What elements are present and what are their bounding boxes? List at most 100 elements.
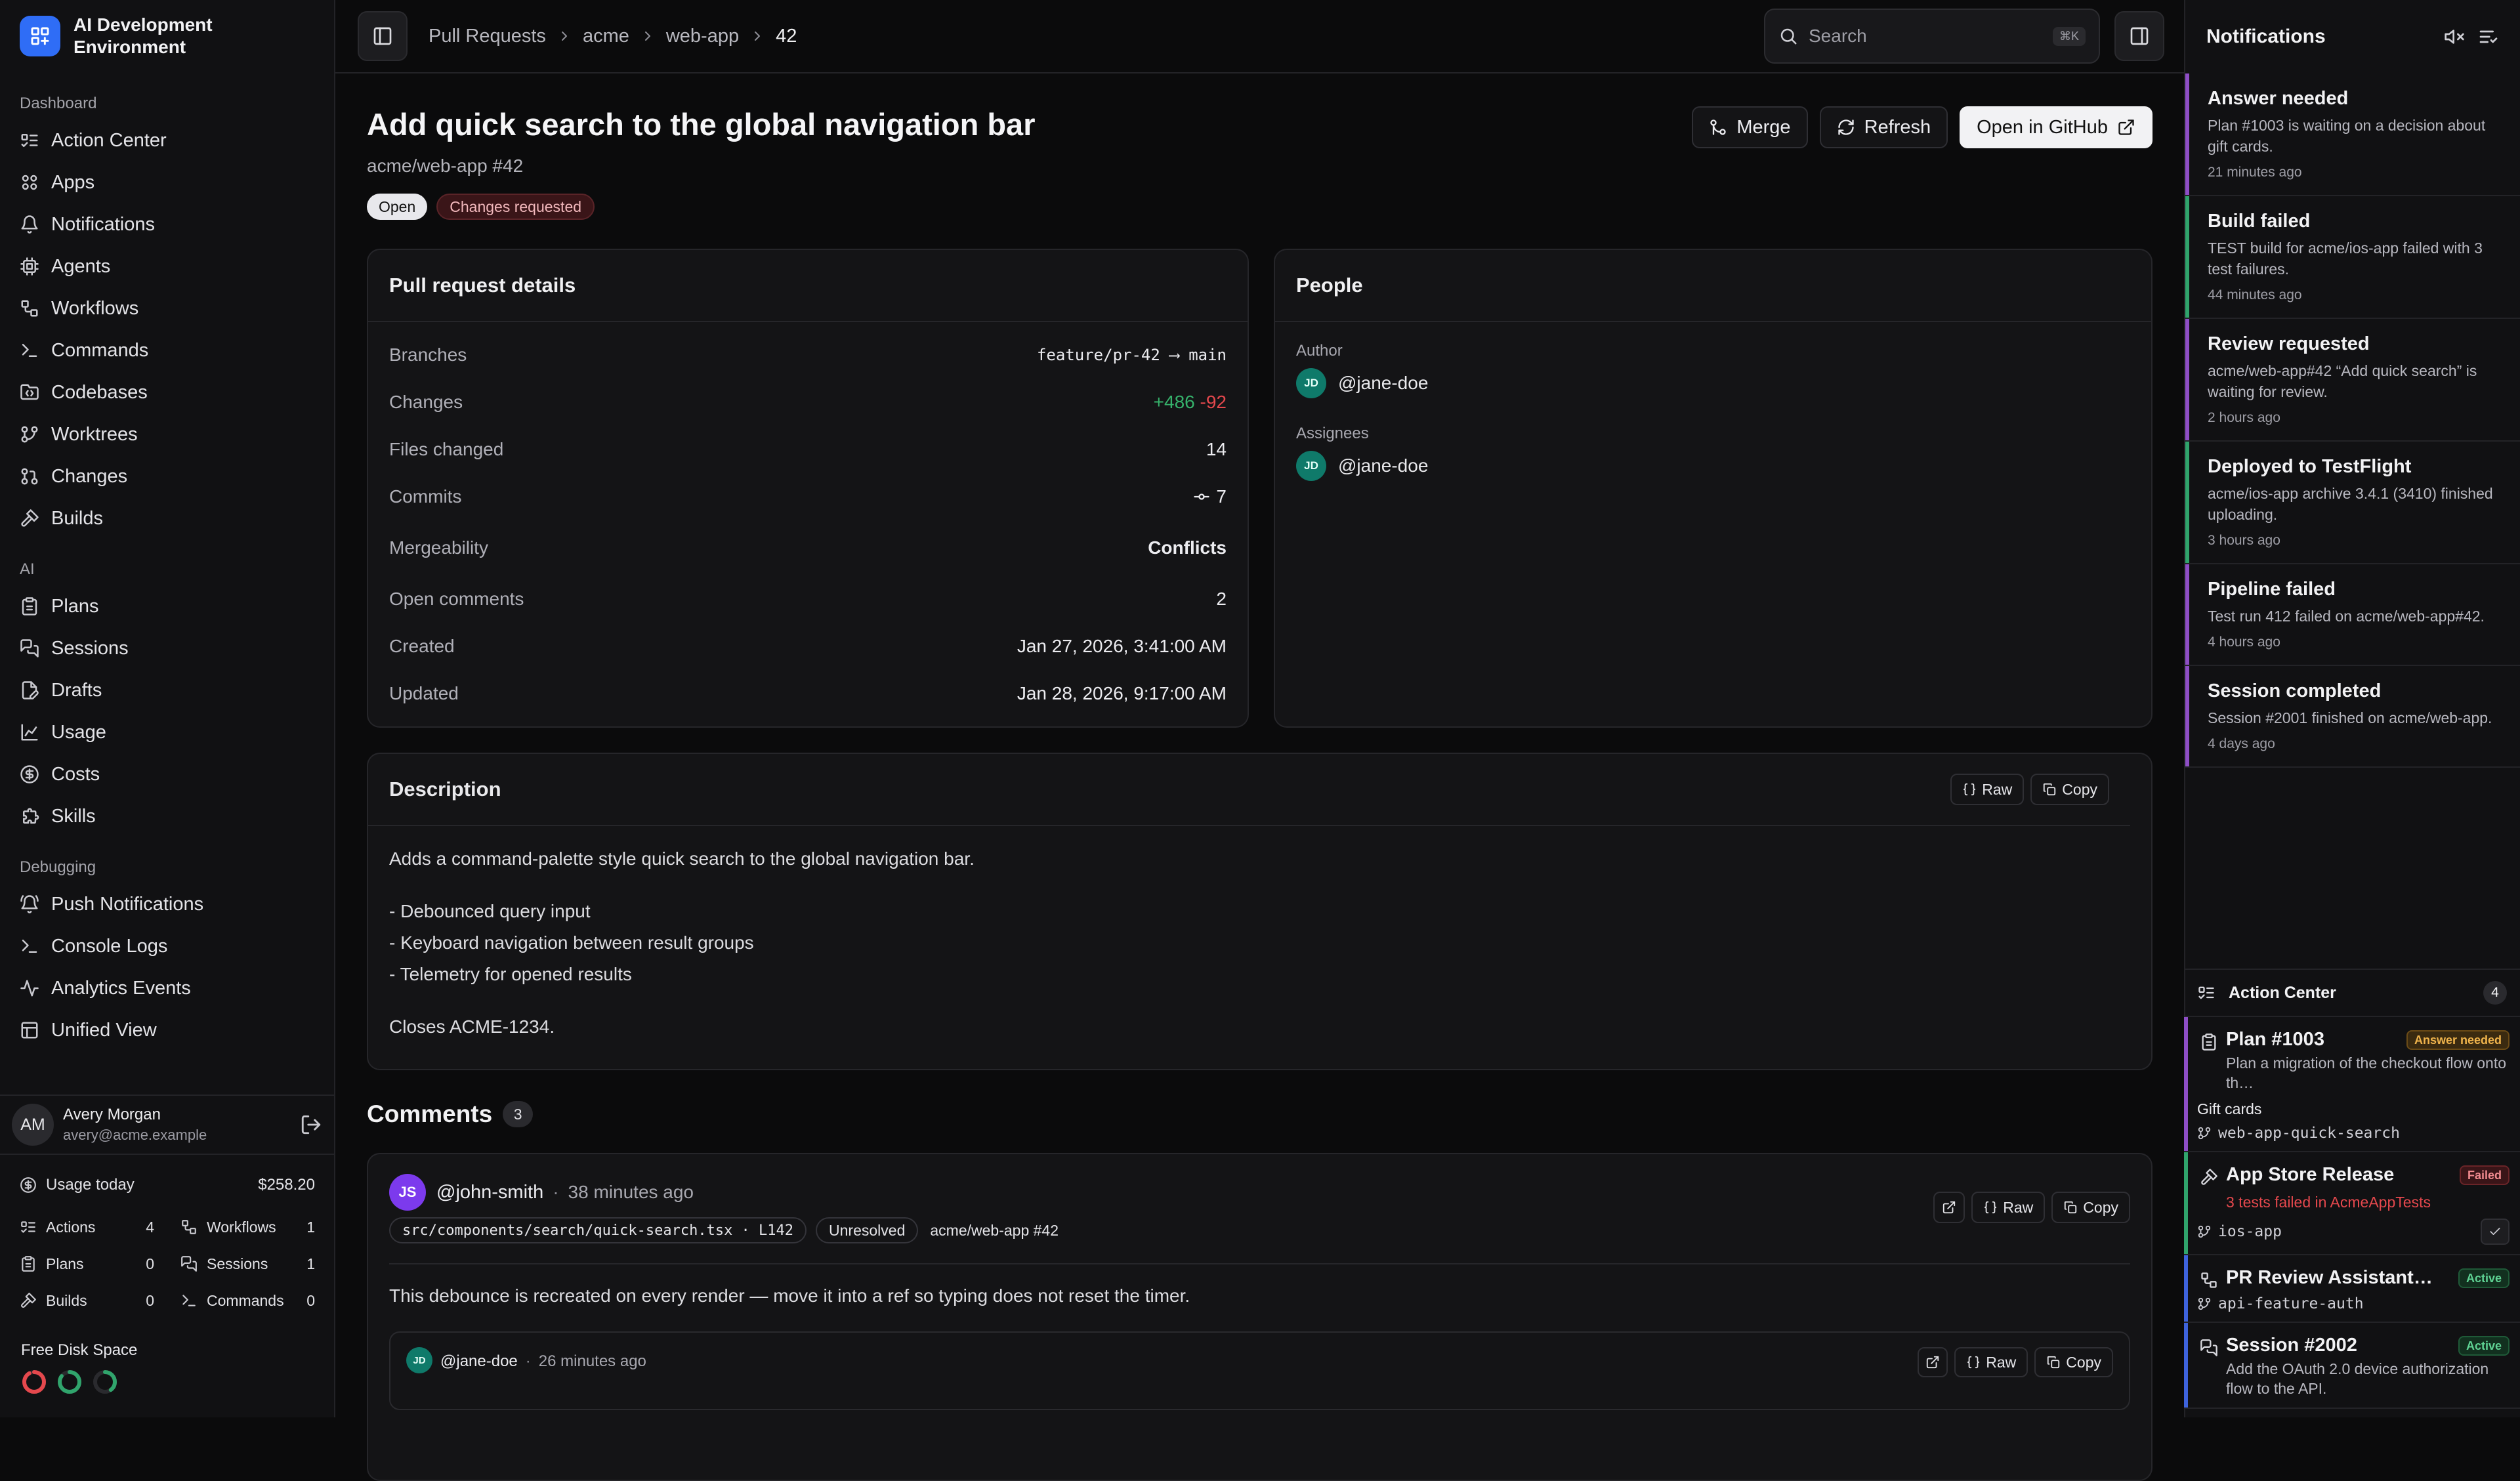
- assignee-row[interactable]: JD @jane-doe: [1275, 451, 2151, 481]
- open-reply-button[interactable]: [1918, 1347, 1948, 1377]
- sidebar-item-builds[interactable]: Builds: [20, 497, 314, 539]
- nav-section-title: Debugging: [20, 858, 96, 876]
- notification-item[interactable]: Review requested acme/web-app#42 “Add qui…: [2185, 319, 2520, 442]
- author-handle: @jane-doe: [1337, 373, 1429, 393]
- usage-label: Usage today: [46, 1176, 135, 1194]
- usage-stat-sessions: Sessions 1: [180, 1245, 315, 1282]
- action-body: 3 tests failed in AcmeAppTests: [2226, 1194, 2431, 1211]
- sidebar-item-analytics-events[interactable]: Analytics Events: [20, 967, 314, 1009]
- sidebar-item-sessions[interactable]: Sessions: [20, 627, 314, 669]
- main-content: Pull Requests acme web-app 42 Search ⌘K …: [335, 0, 2184, 1481]
- branch-name: web-app-quick-search: [2218, 1125, 2400, 1142]
- page-title: Add quick search to the global navigatio…: [367, 107, 1036, 142]
- user-email: avery@acme.example: [63, 1127, 207, 1143]
- usage-stat-commands: Commands 0: [180, 1282, 315, 1319]
- brand[interactable]: AI Development Environment: [0, 0, 334, 72]
- search-input[interactable]: Search ⌘K: [1764, 9, 2100, 64]
- reply-author[interactable]: @jane-doe: [440, 1352, 518, 1371]
- updated-date: Jan 28, 2026, 9:17:00 AM: [1017, 683, 1227, 703]
- sidebar-item-push-notifications[interactable]: Push Notifications: [20, 883, 314, 925]
- notification-title: Answer needed: [2208, 88, 2349, 109]
- user-profile[interactable]: AM Avery Morgan avery@acme.example: [0, 1095, 334, 1155]
- status-badge: Active: [2458, 1268, 2510, 1288]
- terminal-icon: [20, 341, 39, 360]
- action-center-item[interactable]: Session #2002 Active Add the OAuth 2.0 dev…: [2184, 1323, 2520, 1409]
- notification-item[interactable]: Pipeline failed Test run 412 failed on ac…: [2185, 564, 2520, 666]
- notification-body: Session #2001 finished on acme/web-app.: [2208, 709, 2492, 726]
- sidebar-item-codebases[interactable]: Codebases: [20, 371, 314, 413]
- action-body: Add the OAuth 2.0 device authorization f…: [2226, 1360, 2489, 1397]
- action-center-item[interactable]: Plan #1003 Answer needed Plan a migration …: [2184, 1017, 2520, 1152]
- app-logo-icon: [20, 16, 60, 56]
- acknowledge-button[interactable]: [2481, 1219, 2510, 1245]
- sidebar-item-notifications[interactable]: Notifications: [20, 203, 314, 245]
- sidebar-item-workflows[interactable]: Workflows: [20, 287, 314, 329]
- open-in-github-label: Open in GitHub: [1977, 116, 2108, 138]
- detail-label: Changes: [389, 392, 463, 412]
- notification-title: Deployed to TestFlight: [2208, 456, 2412, 477]
- assignee-handle: @jane-doe: [1337, 455, 1429, 476]
- notification-item[interactable]: Session completed Session #2001 finished …: [2185, 666, 2520, 768]
- sidebar-item-label: Workflows: [51, 297, 139, 319]
- action-center-item[interactable]: App Store Release Failed 3 tests failed in…: [2184, 1152, 2520, 1255]
- copy-button[interactable]: Copy: [2030, 774, 2109, 805]
- toggle-sidebar-button[interactable]: [358, 11, 408, 61]
- notification-item[interactable]: Answer needed Plan #1003 is waiting on a …: [2185, 73, 2520, 196]
- file-location-chip[interactable]: src/components/search/quick-search.tsx ·…: [389, 1217, 807, 1243]
- comment-ref[interactable]: acme/web-app #42: [930, 1222, 1059, 1240]
- sidebar-item-action-center[interactable]: Action Center: [20, 119, 314, 161]
- clipboard-icon: [2200, 1033, 2218, 1051]
- usage-stat-label: Commands: [207, 1291, 284, 1309]
- sidebar-item-costs[interactable]: Costs: [20, 753, 314, 795]
- sidebar-item-plans[interactable]: Plans: [20, 585, 314, 627]
- sidebar-item-agents[interactable]: Agents: [20, 245, 314, 287]
- notification-title: Review requested: [2208, 333, 2370, 354]
- toggle-right-panel-button[interactable]: [2114, 11, 2164, 61]
- branch-name: ios-app: [2218, 1223, 2282, 1240]
- breadcrumb-web-app[interactable]: web-app: [666, 26, 739, 47]
- open-in-github-button[interactable]: Open in GitHub: [1960, 106, 2152, 148]
- sidebar-item-changes[interactable]: Changes: [20, 455, 314, 497]
- mark-all-read-icon[interactable]: [2478, 26, 2499, 47]
- author-row[interactable]: JD @jane-doe: [1275, 368, 2151, 398]
- nav-section-title: Dashboard: [20, 94, 97, 112]
- folder-code-icon: [20, 383, 39, 402]
- logout-icon[interactable]: [300, 1114, 322, 1136]
- git-commit-icon: [1192, 488, 1211, 506]
- raw-button[interactable]: Raw: [1971, 1192, 2046, 1223]
- breadcrumb-acme[interactable]: acme: [583, 26, 629, 47]
- usage-stat-value: 0: [306, 1291, 315, 1309]
- branch-name: api-feature-auth: [2218, 1295, 2364, 1312]
- breadcrumb-pull-requests[interactable]: Pull Requests: [429, 26, 546, 47]
- copy-button[interactable]: Copy: [2051, 1192, 2130, 1223]
- action-center-item[interactable]: PR Review Assistant #4… Active api-feature…: [2184, 1255, 2520, 1323]
- detail-label: Files changed: [389, 439, 504, 459]
- sidebar-item-unified-view[interactable]: Unified View: [20, 1009, 314, 1051]
- sidebar-item-console-logs[interactable]: Console Logs: [20, 925, 314, 967]
- sidebar-item-skills[interactable]: Skills: [20, 795, 314, 837]
- comment-author[interactable]: @john-smith: [436, 1182, 543, 1203]
- hammer-icon: [2200, 1168, 2218, 1186]
- sidebar-item-drafts[interactable]: Drafts: [20, 669, 314, 711]
- raw-button[interactable]: Raw: [1954, 1347, 2028, 1377]
- mute-icon[interactable]: [2444, 26, 2465, 47]
- usage-stats: Actions 4 Workflows 1 Plans 0 Sessions 1 Builds 0…: [20, 1209, 315, 1319]
- braces-icon: [1966, 1355, 1981, 1369]
- action-center-panel: Action Center 4 Plan #1003 Answer needed P…: [2184, 969, 2520, 1409]
- git-branch-icon: [2197, 1126, 2212, 1140]
- sidebar-item-label: Apps: [51, 171, 95, 193]
- copy-button[interactable]: Copy: [2034, 1347, 2113, 1377]
- sidebar-item-apps[interactable]: Apps: [20, 161, 314, 203]
- sidebar-item-commands[interactable]: Commands: [20, 329, 314, 371]
- notification-item[interactable]: Deployed to TestFlight acme/ios-app archi…: [2185, 442, 2520, 564]
- refresh-button[interactable]: Refresh: [1819, 106, 1948, 148]
- notification-item[interactable]: Build failed TEST build for acme/ios-app …: [2185, 196, 2520, 319]
- raw-button[interactable]: Raw: [1950, 774, 2025, 805]
- open-comment-button[interactable]: [1933, 1192, 1965, 1223]
- action-title: App Store Release: [2226, 1164, 2395, 1185]
- sidebar-item-label: Analytics Events: [51, 977, 191, 999]
- sidebar-item-worktrees[interactable]: Worktrees: [20, 413, 314, 455]
- merge-button[interactable]: Merge: [1692, 106, 1808, 148]
- sidebar-item-usage[interactable]: Usage: [20, 711, 314, 753]
- usage-stat-workflows: Workflows 1: [180, 1209, 315, 1245]
